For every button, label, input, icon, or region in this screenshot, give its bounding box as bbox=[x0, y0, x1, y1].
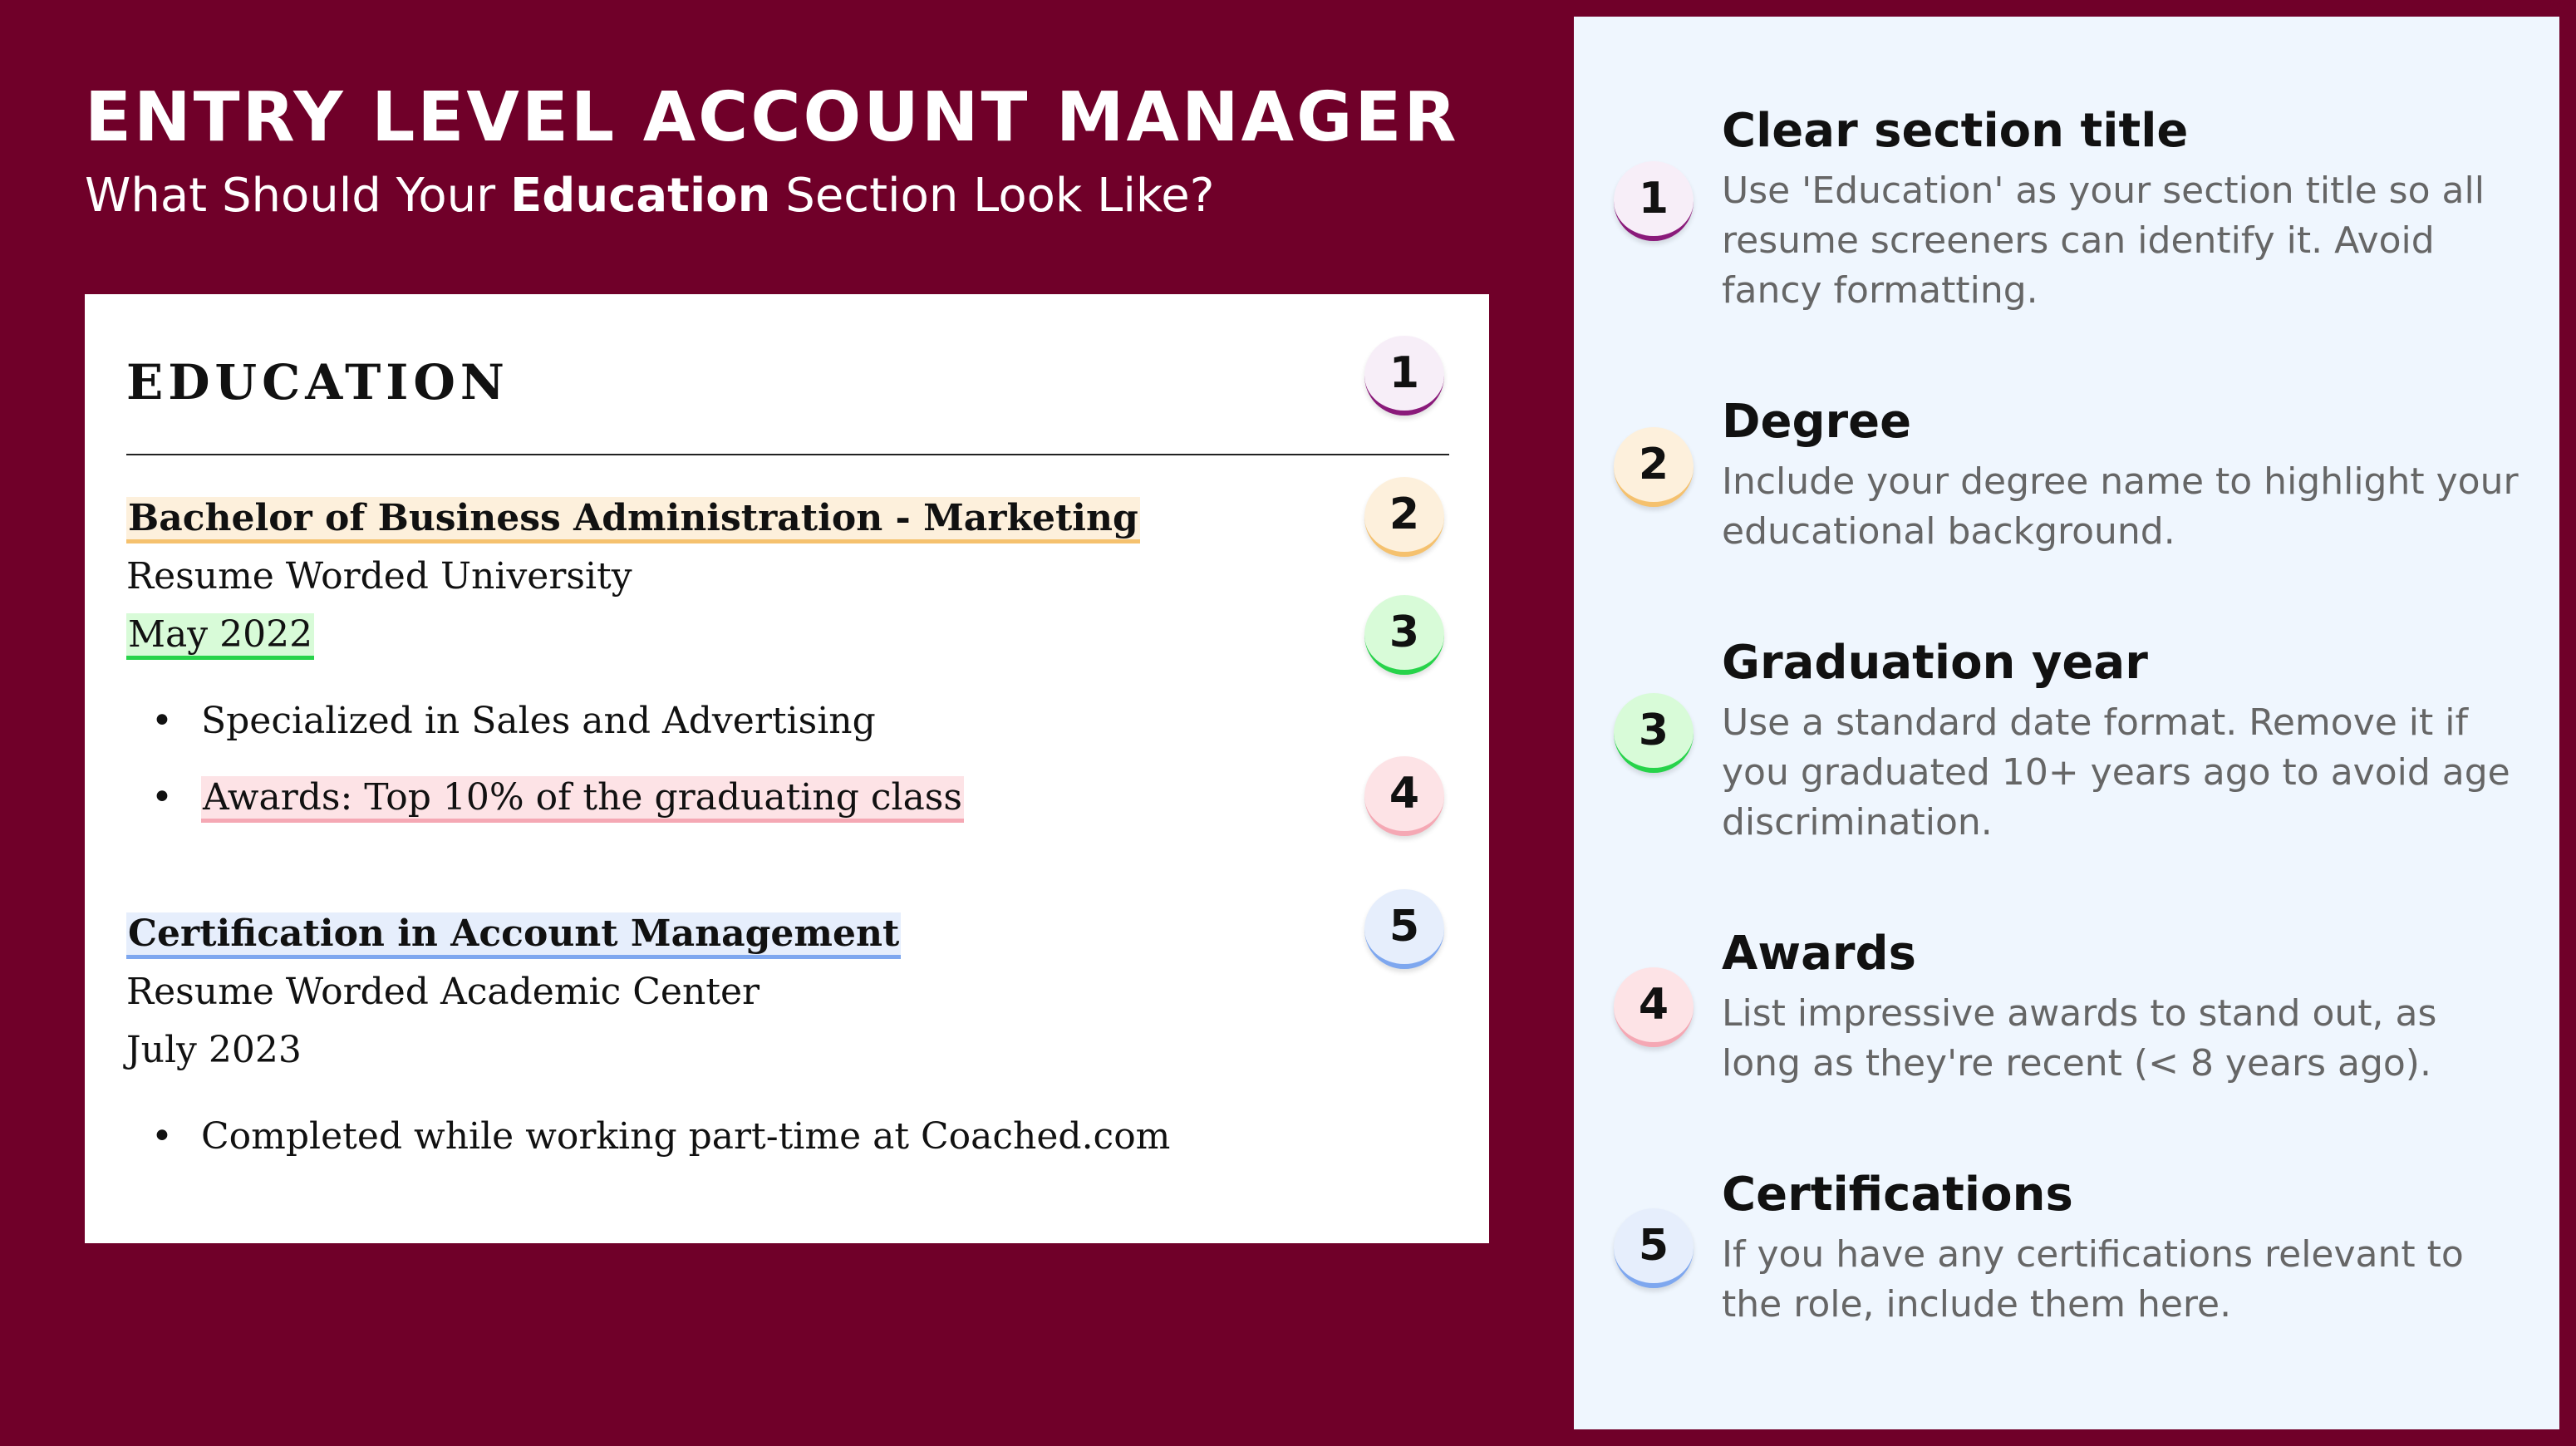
annotation-badge-4: 4 bbox=[1364, 756, 1444, 836]
page-title: ENTRY LEVEL ACCOUNT MANAGER bbox=[85, 78, 1459, 157]
degree-line-1: Bachelor of Business Administration - Ma… bbox=[126, 494, 1140, 543]
tip-badge-5: 5 bbox=[1614, 1208, 1694, 1288]
tip-title: Degree bbox=[1722, 395, 1912, 449]
bullet-dot-icon: • bbox=[151, 700, 173, 742]
tip-title: Certifications bbox=[1722, 1168, 2073, 1222]
bullet-text: Specialized in Sales and Advertising bbox=[201, 700, 876, 742]
tip-badge-2: 2 bbox=[1614, 427, 1694, 507]
annotation-badge-5: 5 bbox=[1364, 889, 1444, 969]
tip-description: Use 'Education' as your section title so… bbox=[1722, 170, 2485, 312]
resume-section-heading: EDUCATION bbox=[126, 354, 509, 411]
subtitle-prefix: What Should Your bbox=[85, 169, 510, 223]
bullet-item: • Completed while working part-time at Co… bbox=[151, 1112, 1170, 1162]
left-panel: ENTRY LEVEL ACCOUNT MANAGER What Should … bbox=[0, 0, 1574, 1446]
section-divider bbox=[126, 454, 1449, 455]
bullet-item: • Specialized in Sales and Advertising bbox=[151, 696, 876, 746]
tip-description: Include your degree name to highlight yo… bbox=[1722, 460, 2519, 553]
date-line-2: July 2023 bbox=[126, 1029, 302, 1071]
subtitle-suffix: Section Look Like? bbox=[770, 169, 1215, 223]
bullet-text: Completed while working part-time at Coa… bbox=[201, 1115, 1171, 1158]
institution-line-2: Resume Worded Academic Center bbox=[126, 971, 760, 1013]
resume-card: EDUCATION 1 Bachelor of Business Adminis… bbox=[85, 294, 1489, 1243]
degree-title: Bachelor of Business Administration - Ma… bbox=[126, 497, 1140, 543]
annotation-badge-1: 1 bbox=[1364, 336, 1444, 416]
tip-badge-4: 4 bbox=[1614, 967, 1694, 1047]
page-subtitle: What Should Your Education Section Look … bbox=[85, 163, 1214, 229]
subtitle-bold: Education bbox=[509, 169, 771, 223]
bullet-dot-icon: • bbox=[151, 1115, 173, 1158]
tips-panel: 1 Clear section title Use 'Education' as… bbox=[1574, 17, 2559, 1429]
certification-title: Certification in Account Management bbox=[126, 912, 902, 959]
awards-text: Awards: Top 10% of the graduating class bbox=[201, 776, 964, 823]
tip-description: Use a standard date format. Remove it if… bbox=[1722, 701, 2510, 844]
bullet-dot-icon: • bbox=[151, 776, 173, 819]
bullet-item: • Awards: Top 10% of the graduating class bbox=[151, 773, 964, 823]
tip-title: Graduation year bbox=[1722, 636, 2148, 690]
tip-title: Clear section title bbox=[1722, 104, 2189, 158]
annotation-badge-3: 3 bbox=[1364, 595, 1444, 675]
degree-line-2: Certification in Account Management bbox=[126, 909, 902, 959]
bottom-border bbox=[0, 1429, 2576, 1446]
graduation-date: May 2022 bbox=[126, 613, 315, 660]
tip-badge-1: 1 bbox=[1614, 161, 1694, 241]
tip-title: Awards bbox=[1722, 927, 1916, 981]
institution-line-1: Resume Worded University bbox=[126, 555, 632, 598]
tip-description: List impressive awards to stand out, as … bbox=[1722, 992, 2437, 1084]
annotation-badge-2: 2 bbox=[1364, 477, 1444, 557]
date-line-1: May 2022 bbox=[126, 610, 315, 660]
tip-description: If you have any certifications relevant … bbox=[1722, 1233, 2464, 1326]
tip-badge-3: 3 bbox=[1614, 693, 1694, 773]
